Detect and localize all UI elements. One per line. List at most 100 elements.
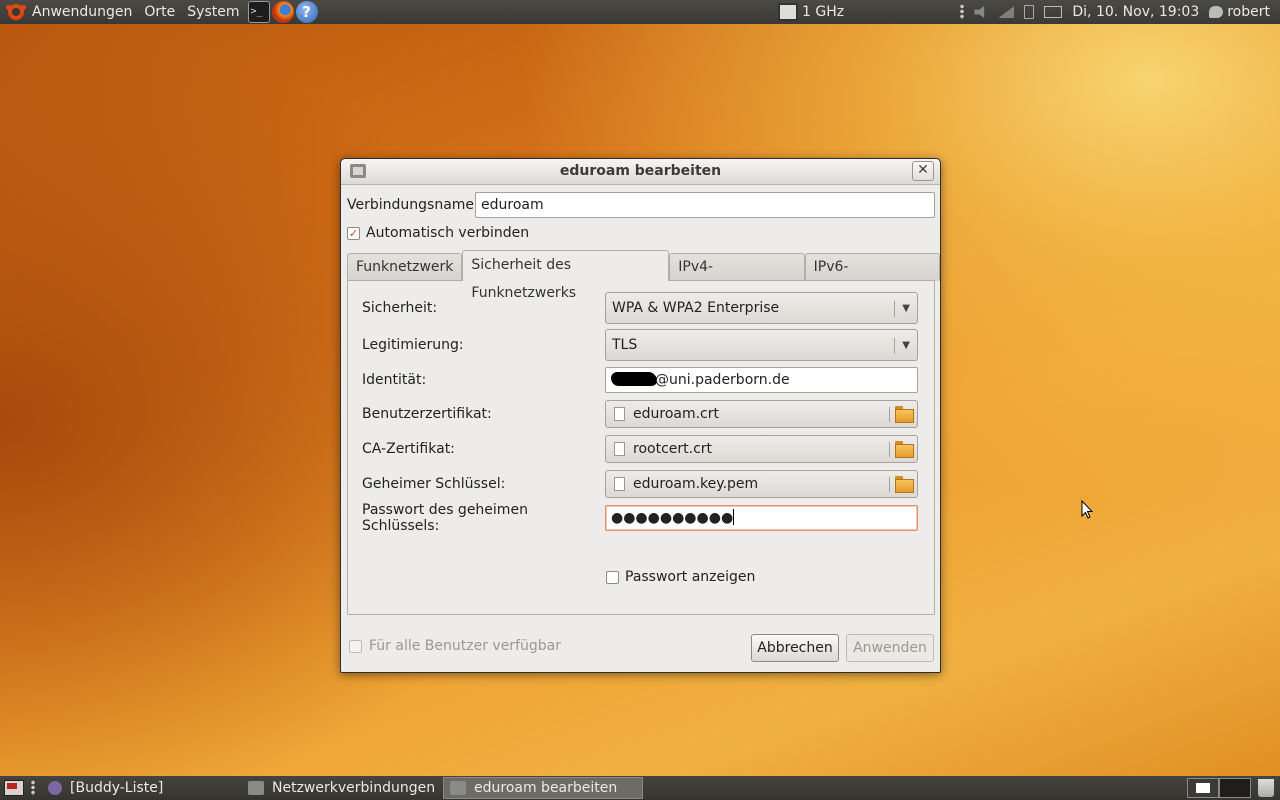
cancel-button[interactable]: Abbrechen xyxy=(751,634,839,662)
dialog-button-bar: Für alle Benutzer verfügbar Abbrechen An… xyxy=(347,633,935,663)
network-signal-icon[interactable] xyxy=(998,6,1015,18)
show-password-checkbox[interactable] xyxy=(606,570,619,584)
network-connection-icon xyxy=(350,164,366,178)
network-connection-icon xyxy=(450,781,466,795)
help-icon[interactable]: ? xyxy=(295,1,318,23)
authentication-row: Legitimierung: TLS ▼ xyxy=(362,329,920,361)
tab-ipv6-settings[interactable]: IPv6-Einstellungen xyxy=(804,253,940,302)
private-key-chooser[interactable]: eduroam.key.pem xyxy=(605,470,918,498)
menu-system[interactable]: System xyxy=(181,0,245,24)
apply-button[interactable]: Anwenden xyxy=(846,634,934,662)
security-row: Sicherheit: WPA & WPA2 Enterprise ▼ xyxy=(362,292,920,324)
bottom-panel: [Buddy-Liste] Netzwerkverbindungen eduro… xyxy=(0,776,1280,800)
mail-icon[interactable] xyxy=(1044,6,1063,18)
private-key-label: Geheimer Schlüssel: xyxy=(362,476,506,492)
trash-icon[interactable] xyxy=(1258,779,1274,797)
user-certificate-chooser[interactable]: eduroam.crt xyxy=(605,400,918,428)
tab-wireless[interactable]: Funknetzwerk xyxy=(347,253,463,281)
connection-name-label: Verbindungsname xyxy=(347,197,475,213)
auto-connect-label[interactable]: Automatisch verbinden xyxy=(366,225,529,241)
password-mask: ●●●●●●●●●● xyxy=(611,510,734,526)
identity-row: Identität: @uni.paderborn.de xyxy=(362,365,920,395)
handle-dots-icon[interactable] xyxy=(31,780,35,796)
combo-separator xyxy=(889,477,890,492)
edit-connection-dialog: eduroam bearbeiten ✕ Verbindungsname edu… xyxy=(340,158,941,673)
menu-places[interactable]: Orte xyxy=(138,0,181,24)
cpu-icon xyxy=(778,3,798,21)
auto-connect-row: ✓ Automatisch verbinden xyxy=(347,223,529,243)
combo-separator xyxy=(889,407,890,422)
chat-status-icon[interactable] xyxy=(1209,6,1224,18)
battery-icon[interactable] xyxy=(1024,5,1035,19)
show-password-label[interactable]: Passwort anzeigen xyxy=(625,569,755,585)
all-users-row: Für alle Benutzer verfügbar xyxy=(349,638,561,654)
auto-connect-checkbox[interactable]: ✓ xyxy=(347,226,360,240)
identity-input[interactable]: @uni.paderborn.de xyxy=(605,367,918,393)
clock[interactable]: Di, 10. Nov, 19:03 xyxy=(1072,4,1199,20)
chevron-down-icon: ▼ xyxy=(902,340,910,351)
top-panel: Anwendungen Orte System >_ ? 1 GHz Di, 1… xyxy=(0,0,1280,24)
ubuntu-logo-icon[interactable] xyxy=(6,2,26,22)
task-label: [Buddy-Liste] xyxy=(70,780,164,796)
network-connection-icon xyxy=(248,781,264,795)
document-icon xyxy=(614,407,625,421)
workspace-1[interactable] xyxy=(1187,778,1219,798)
ca-certificate-chooser[interactable]: rootcert.crt xyxy=(605,435,918,463)
authentication-select[interactable]: TLS ▼ xyxy=(605,329,918,361)
task-label: Netzwerkverbindungen xyxy=(272,780,436,796)
handle-dots-icon[interactable] xyxy=(960,4,965,20)
tab-wireless-security[interactable]: Sicherheit des Funknetzwerks xyxy=(462,250,670,301)
firefox-icon[interactable] xyxy=(271,1,294,23)
folder-icon[interactable] xyxy=(895,406,914,423)
task-edit-eduroam[interactable]: eduroam bearbeiten xyxy=(443,777,643,799)
dialog-titlebar[interactable]: eduroam bearbeiten ✕ xyxy=(341,159,940,185)
all-users-checkbox[interactable] xyxy=(349,639,362,653)
cpu-frequency-label: 1 GHz xyxy=(802,4,845,20)
connection-name-input[interactable]: eduroam xyxy=(475,192,935,218)
workspace-2[interactable] xyxy=(1219,778,1251,798)
show-password-row: Passwort anzeigen xyxy=(606,569,755,585)
system-tray: Di, 10. Nov, 19:03 robert xyxy=(960,0,1280,24)
wireless-security-panel: Sicherheit: WPA & WPA2 Enterprise ▼ Legi… xyxy=(347,280,935,615)
ca-certificate-value: rootcert.crt xyxy=(633,441,713,457)
cpu-frequency-indicator[interactable]: 1 GHz xyxy=(778,0,844,24)
combo-separator xyxy=(894,338,895,354)
close-button[interactable]: ✕ xyxy=(912,161,934,181)
chevron-down-icon: ▼ xyxy=(902,303,910,314)
text-caret xyxy=(733,509,735,525)
document-icon xyxy=(614,477,625,491)
show-desktop-icon[interactable] xyxy=(4,780,24,796)
task-buddy-list[interactable]: [Buddy-Liste] xyxy=(42,777,232,799)
user-certificate-value: eduroam.crt xyxy=(633,406,719,422)
task-network-connections[interactable]: Netzwerkverbindungen xyxy=(242,777,438,799)
private-key-row: Geheimer Schlüssel: eduroam.key.pem xyxy=(362,469,920,499)
folder-icon[interactable] xyxy=(895,441,914,458)
key-password-label: Passwort des geheimen Schlüssels: xyxy=(362,502,528,534)
combo-separator xyxy=(889,442,890,457)
security-select[interactable]: WPA & WPA2 Enterprise ▼ xyxy=(605,292,918,324)
authentication-value: TLS xyxy=(612,337,638,353)
identity-domain: @uni.paderborn.de xyxy=(655,372,790,388)
user-certificate-row: Benutzerzertifikat: eduroam.crt xyxy=(362,399,920,429)
volume-icon[interactable] xyxy=(974,6,985,18)
ca-certificate-label: CA-Zertifikat: xyxy=(362,441,455,457)
all-users-label: Für alle Benutzer verfügbar xyxy=(369,638,561,654)
folder-icon[interactable] xyxy=(895,476,914,493)
key-password-input[interactable]: ●●●●●●●●●● xyxy=(605,505,918,531)
identity-label: Identität: xyxy=(362,372,427,388)
tab-bar: Funknetzwerk Sicherheit des Funknetzwerk… xyxy=(347,250,940,302)
key-password-row: Passwort des geheimen Schlüssels: ●●●●●●… xyxy=(362,502,920,534)
mouse-pointer-icon xyxy=(1081,500,1093,519)
pidgin-icon xyxy=(48,781,62,795)
user-menu[interactable]: robert xyxy=(1227,4,1270,20)
menu-applications[interactable]: Anwendungen xyxy=(26,0,138,24)
task-label: eduroam bearbeiten xyxy=(474,780,618,796)
terminal-icon[interactable]: >_ xyxy=(247,1,270,23)
dialog-title: eduroam bearbeiten xyxy=(559,163,722,179)
redacted-username xyxy=(611,372,657,386)
ca-certificate-row: CA-Zertifikat: rootcert.crt xyxy=(362,434,920,464)
tab-ipv4-settings[interactable]: IPv4-Einstellungen xyxy=(669,253,805,302)
security-value: WPA & WPA2 Enterprise xyxy=(612,300,780,316)
combo-separator xyxy=(894,301,895,317)
document-icon xyxy=(614,442,625,456)
